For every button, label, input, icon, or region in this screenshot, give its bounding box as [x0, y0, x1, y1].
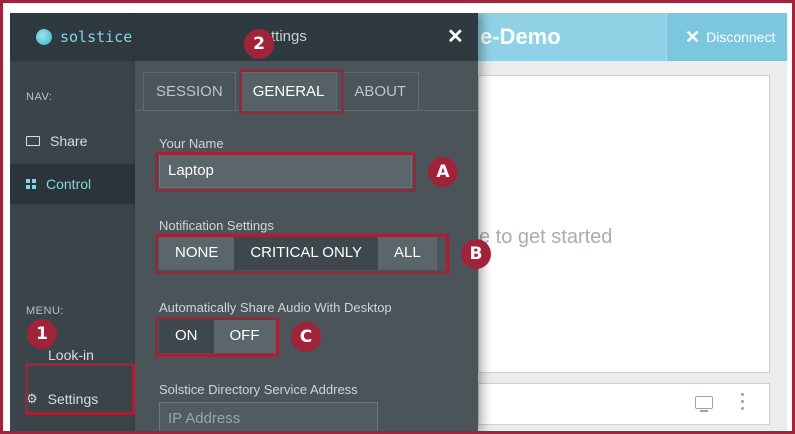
annotation-frame: solstice e-Demo ✕ Disconnect NAV: Share …: [0, 0, 795, 434]
brand-name: solstice: [60, 28, 133, 46]
tab-about[interactable]: ABOUT: [341, 72, 420, 110]
sidebar-item-label: Control: [46, 176, 92, 192]
highlight-settings: [25, 363, 135, 415]
notification-settings-label: Notification Settings: [159, 218, 274, 233]
highlight-general-tab: [239, 69, 344, 114]
app-window: solstice e-Demo ✕ Disconnect NAV: Share …: [10, 13, 787, 431]
sidebar-item-share[interactable]: Share: [10, 121, 135, 161]
highlight-your-name: [155, 152, 416, 192]
settings-header: ttings ✕: [135, 13, 478, 61]
monitor-icon[interactable]: [695, 396, 713, 412]
directory-address-input[interactable]: IP Address: [159, 402, 378, 431]
sidebar-item-control[interactable]: Control: [10, 164, 135, 204]
brand-logo: solstice: [10, 13, 135, 61]
disconnect-label: Disconnect: [706, 29, 776, 45]
tab-session[interactable]: SESSION: [143, 72, 236, 110]
session-title: e-Demo: [478, 13, 666, 61]
share-card: e to get started: [478, 75, 770, 373]
control-bar: [478, 383, 770, 425]
solstice-logo-icon: [36, 29, 52, 45]
callout-a-badge: A: [428, 157, 458, 187]
disconnect-button[interactable]: ✕ Disconnect: [666, 13, 787, 61]
nav-section-label: NAV:: [26, 91, 53, 103]
more-options-icon[interactable]: [741, 393, 745, 414]
step-1-badge: 1: [27, 319, 57, 349]
highlight-notification: [155, 234, 449, 274]
sidebar-item-label: Look-in: [48, 347, 94, 363]
callout-c-badge: C: [291, 322, 321, 352]
get-started-text: e to get started: [479, 226, 613, 248]
close-icon: ✕: [685, 27, 701, 47]
settings-title: ttings: [271, 28, 307, 45]
sidebar-item-label: Share: [50, 133, 88, 149]
menu-section-label: MENU:: [26, 305, 64, 317]
step-2-badge: 2: [244, 29, 274, 59]
monitor-icon: [26, 136, 40, 146]
callout-b-badge: B: [461, 239, 491, 269]
audio-share-label: Automatically Share Audio With Desktop: [159, 300, 392, 315]
close-icon[interactable]: ✕: [447, 23, 464, 51]
grid-icon: [26, 179, 36, 189]
directory-address-label: Solstice Directory Service Address: [159, 382, 358, 397]
main-content: e to get started: [478, 61, 787, 431]
your-name-label: Your Name: [159, 136, 224, 151]
highlight-audio: [155, 317, 279, 357]
